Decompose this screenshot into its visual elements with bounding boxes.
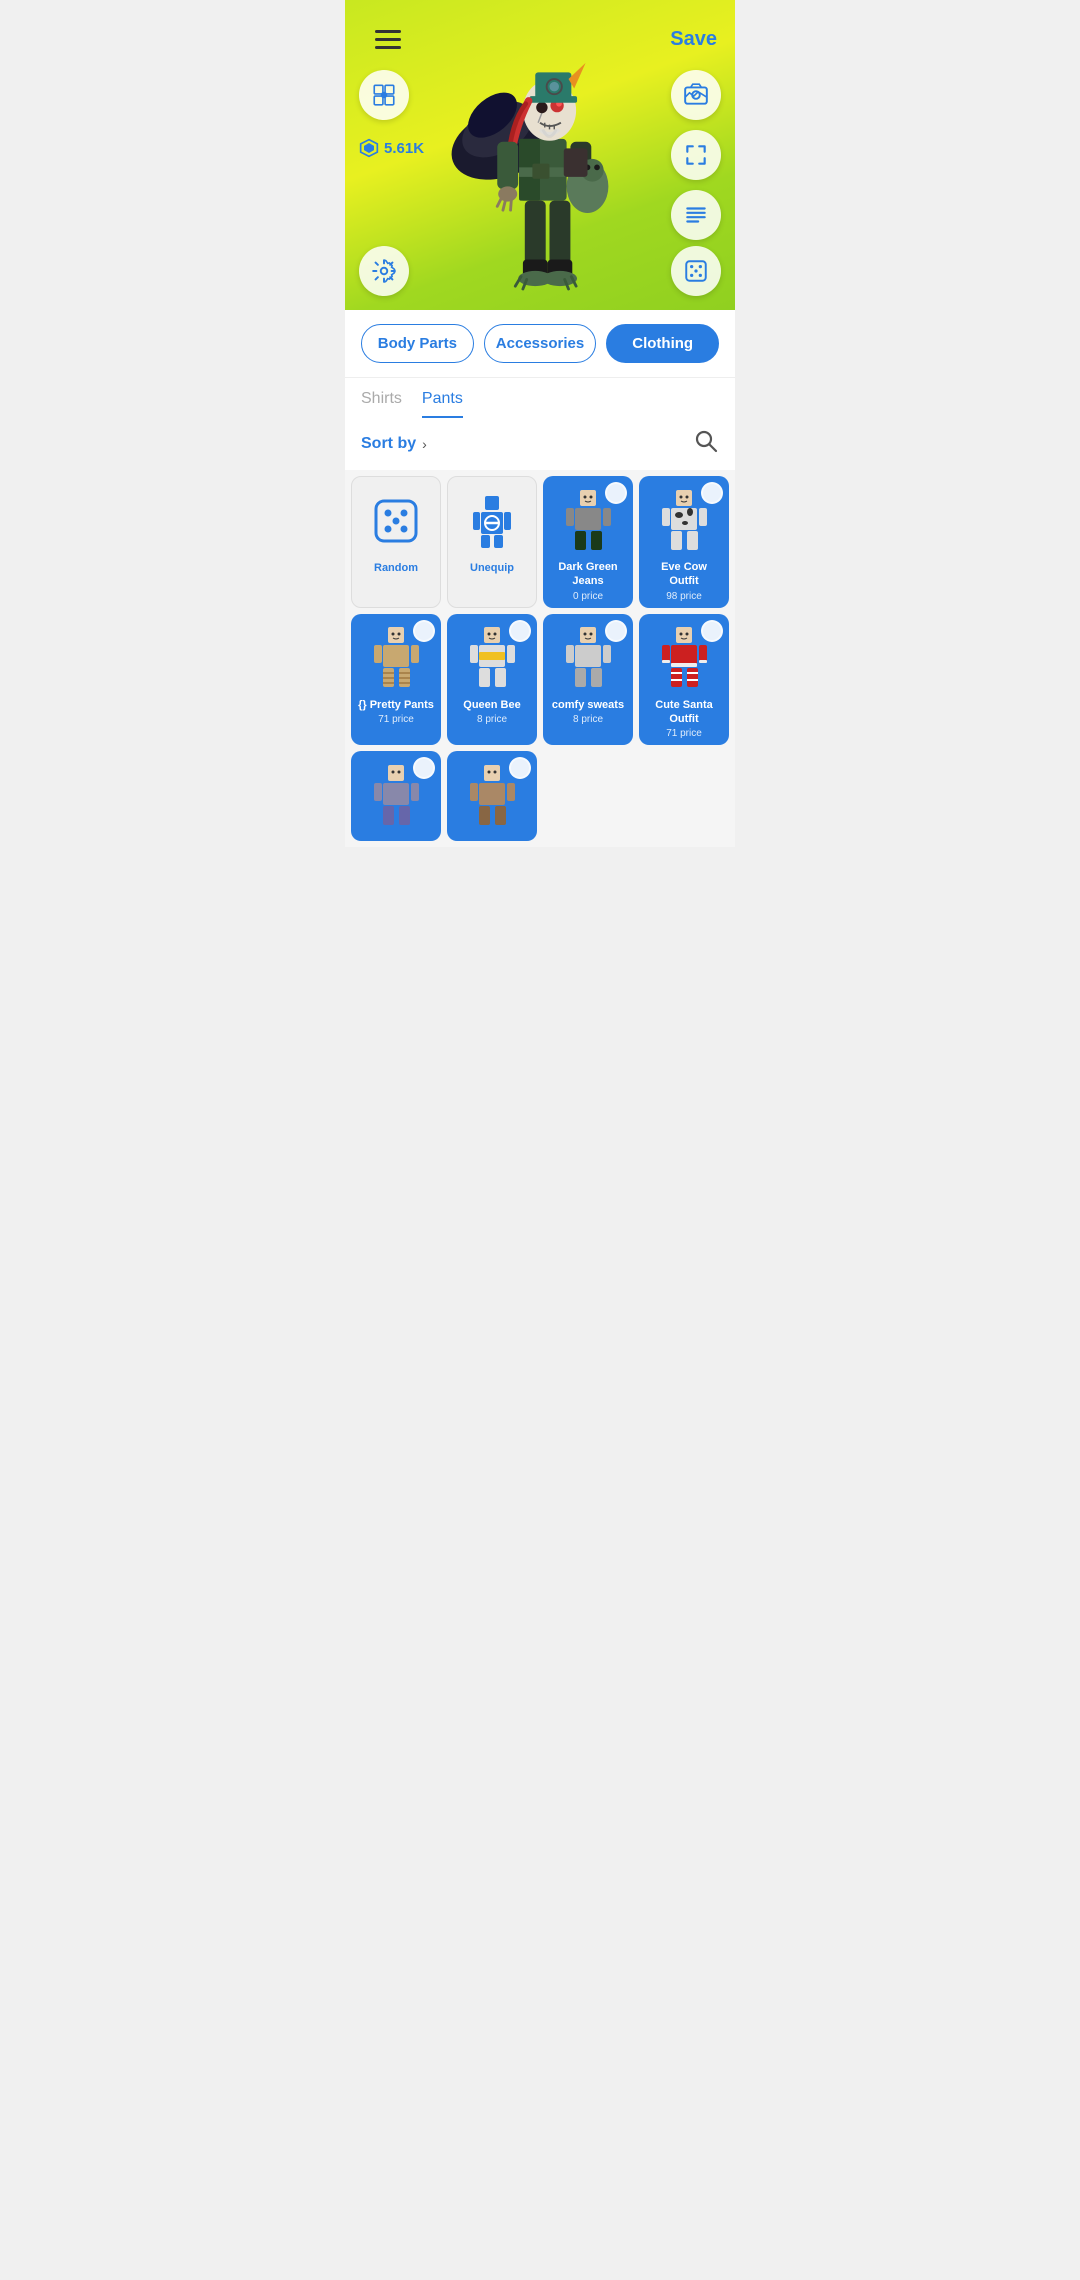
item-eve-cow-price: 98 price (666, 591, 702, 602)
sort-bar: Sort by › (345, 418, 735, 470)
item-queen-bee-label: Queen Bee (463, 698, 520, 712)
menu-button[interactable] (363, 14, 413, 64)
item-select-circle (605, 620, 627, 642)
fullscreen-button[interactable] (671, 130, 721, 180)
robux-balance: 5.61K (359, 138, 424, 158)
save-button[interactable]: Save (670, 28, 717, 51)
random-button[interactable] (671, 246, 721, 296)
list-icon (683, 202, 709, 228)
item-select-circle (413, 757, 435, 779)
search-icon (693, 428, 719, 454)
settings-button-container (359, 246, 409, 296)
item-unequip[interactable]: Unequip (447, 476, 537, 608)
item-eve-cow-label: Eve Cow Outfit (645, 560, 723, 589)
avatar-editor-button[interactable] (359, 70, 409, 120)
item-cute-santa-price: 71 price (666, 728, 702, 739)
item-select-circle (413, 620, 435, 642)
item-placeholder-1[interactable] (351, 751, 441, 841)
gear-icon (371, 258, 397, 284)
top-bar: Save (345, 0, 735, 78)
category-tabs: Body Parts Accessories Clothing (345, 310, 735, 378)
item-comfy-sweats[interactable]: comfy sweats 8 price (543, 614, 633, 746)
item-placeholder-2[interactable] (447, 751, 537, 841)
item-dark-green-jeans[interactable]: Dark Green Jeans 0 price (543, 476, 633, 608)
right-controls (671, 70, 721, 240)
robux-amount: 5.61K (384, 140, 424, 157)
list-button[interactable] (671, 190, 721, 240)
expand-icon (683, 142, 709, 168)
robux-icon (359, 138, 379, 158)
left-controls: 5.61K (359, 70, 424, 158)
settings-button[interactable] (359, 246, 409, 296)
sort-arrow-icon: › (422, 436, 427, 452)
item-cute-santa-label: Cute Santa Outfit (645, 698, 723, 727)
item-dark-green-jeans-label: Dark Green Jeans (549, 560, 627, 589)
random-button-container (671, 246, 721, 296)
accessories-tab[interactable]: Accessories (484, 324, 597, 363)
search-button[interactable] (693, 428, 719, 460)
item-queen-bee-price: 8 price (477, 714, 507, 725)
clothing-tab[interactable]: Clothing (606, 324, 719, 363)
item-select-circle (701, 482, 723, 504)
pants-tab[interactable]: Pants (422, 390, 463, 418)
body-parts-tab[interactable]: Body Parts (361, 324, 474, 363)
random-dice-icon (371, 496, 421, 546)
unequip-figure (461, 485, 523, 557)
item-dark-green-jeans-price: 0 price (573, 591, 603, 602)
sub-tabs: Shirts Pants (345, 378, 735, 418)
screenshot-icon (683, 82, 709, 108)
item-unequip-label: Unequip (470, 561, 514, 575)
item-queen-bee[interactable]: Queen Bee 8 price (447, 614, 537, 746)
unequip-icon (467, 492, 517, 550)
items-grid: Random Unequip (345, 470, 735, 847)
item-select-circle (509, 757, 531, 779)
item-eve-cow-outfit[interactable]: Eve Cow Outfit 98 price (639, 476, 729, 608)
item-comfy-sweats-label: comfy sweats (552, 698, 624, 712)
sort-label[interactable]: Sort by (361, 435, 416, 453)
item-pretty-pants-label: {} Pretty Pants (358, 698, 434, 712)
hamburger-icon (375, 30, 401, 49)
item-pretty-pants-price: 71 price (378, 714, 414, 725)
item-comfy-sweats-price: 8 price (573, 714, 603, 725)
avatar-section: Save 5.61K (345, 0, 735, 310)
sort-left: Sort by › (361, 435, 427, 453)
item-pretty-pants[interactable]: {} Pretty Pants 71 price (351, 614, 441, 746)
dice-icon (683, 258, 709, 284)
screenshot-button[interactable] (671, 70, 721, 120)
item-random[interactable]: Random (351, 476, 441, 608)
item-select-circle (605, 482, 627, 504)
item-select-circle (701, 620, 723, 642)
item-random-label: Random (374, 561, 418, 575)
random-figure (365, 485, 427, 557)
item-cute-santa[interactable]: Cute Santa Outfit 71 price (639, 614, 729, 746)
avatar-editor-icon (371, 82, 397, 108)
item-select-circle (509, 620, 531, 642)
shirts-tab[interactable]: Shirts (361, 390, 402, 418)
